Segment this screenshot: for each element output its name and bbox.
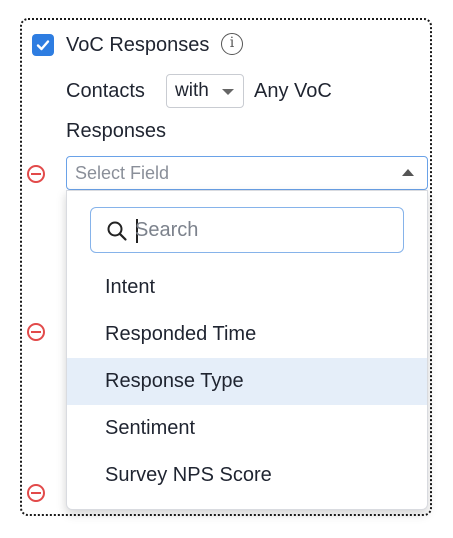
with-select[interactable]: with	[166, 74, 244, 108]
search-input[interactable]	[135, 216, 385, 244]
remove-circle-icon[interactable]	[27, 165, 45, 183]
with-select-value: with	[175, 80, 209, 101]
option-responded-time[interactable]: Responded Time	[67, 311, 427, 358]
option-intent[interactable]: Intent	[67, 264, 427, 311]
contacts-label: Contacts	[66, 80, 145, 102]
field-dropdown-menu: Intent Responded Time Response Type Sent…	[66, 190, 428, 510]
search-icon	[107, 221, 127, 241]
any-voc-label: Any VoC	[254, 80, 332, 102]
search-box[interactable]	[90, 207, 404, 253]
chevron-up-icon	[402, 169, 414, 176]
select-field-placeholder: Select Field	[75, 163, 170, 183]
remove-circle-icon[interactable]	[27, 323, 45, 341]
responses-label: Responses	[66, 120, 167, 142]
voc-responses-checkbox[interactable]	[32, 34, 54, 56]
info-icon[interactable]: i	[221, 33, 243, 55]
select-field-dropdown[interactable]: Select Field	[66, 156, 428, 190]
checkmark-icon	[36, 40, 50, 51]
remove-circle-icon[interactable]	[27, 484, 45, 502]
option-sentiment[interactable]: Sentiment	[67, 405, 427, 452]
option-survey-nps-score[interactable]: Survey NPS Score	[67, 452, 427, 499]
option-response-type[interactable]: Response Type	[67, 358, 427, 405]
chevron-down-icon	[222, 89, 234, 95]
voc-responses-label: VoC Responses	[66, 34, 210, 56]
